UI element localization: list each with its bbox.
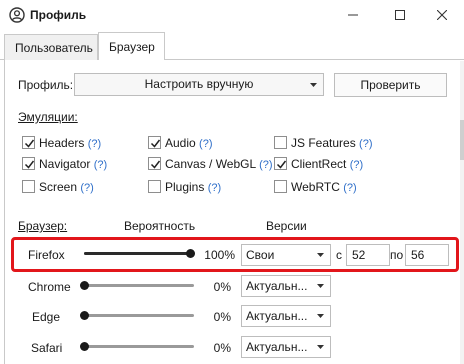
browser-name-firefox: Firefox	[28, 248, 65, 262]
profile-label: Профиль:	[18, 78, 74, 92]
version-mode-value: Актуальн...	[246, 309, 308, 323]
scrollbar-thumb[interactable]	[460, 120, 464, 160]
profile-select[interactable]: Настроить вручную	[74, 73, 324, 96]
check-button[interactable]: Проверить	[334, 73, 447, 97]
checkbox-label-headers: Headers (?)	[39, 136, 102, 150]
check-icon	[24, 160, 35, 169]
maximize-button[interactable]	[378, 0, 422, 30]
slider-knob-edge[interactable]	[80, 311, 89, 320]
checkbox-label-plugins: Plugins (?)	[165, 180, 222, 194]
tab-user[interactable]: Пользователь	[4, 34, 98, 60]
help-link[interactable]: (?)	[343, 182, 356, 194]
from-label: с	[336, 248, 342, 262]
chevron-down-icon	[310, 83, 317, 87]
chevron-down-icon	[317, 253, 324, 257]
checkbox-label-screen: Screen (?)	[39, 180, 94, 194]
checkbox-plugins[interactable]	[148, 180, 161, 193]
chevron-down-icon	[317, 284, 324, 288]
versions-header: Версии	[266, 219, 307, 233]
probability-slider-chrome[interactable]	[84, 284, 194, 287]
help-link[interactable]: (?)	[259, 159, 272, 171]
to-label: по	[390, 248, 404, 262]
checkbox-audio[interactable]	[148, 136, 161, 149]
checkbox-label-webrtc: WebRTC (?)	[291, 180, 357, 194]
chevron-down-icon	[317, 314, 324, 318]
version-mode-value: Актуальн...	[246, 340, 308, 354]
check-icon	[24, 139, 35, 148]
checkbox-label-canvas-webgl: Canvas / WebGL (?)	[165, 157, 273, 171]
checkbox-label-js-features: JS Features (?)	[291, 136, 373, 150]
probability-slider-edge[interactable]	[84, 314, 194, 317]
help-link[interactable]: (?)	[94, 159, 107, 171]
user-circle-icon	[9, 7, 25, 23]
browser-name-edge: Edge	[32, 310, 61, 324]
slider-knob-firefox[interactable]	[186, 249, 195, 258]
help-link[interactable]: (?)	[199, 138, 212, 150]
maximize-icon	[395, 10, 405, 20]
window-title: Профиль	[30, 8, 87, 22]
checkbox-js-features[interactable]	[274, 136, 287, 149]
percent-safari: 0%	[213, 341, 231, 355]
version-mode-select-chrome[interactable]: Актуальн...	[241, 275, 331, 297]
chevron-down-icon	[317, 345, 324, 349]
version-mode-value: Актуальн...	[246, 279, 308, 293]
version-mode-select-edge[interactable]: Актуальн...	[241, 305, 331, 327]
help-link[interactable]: (?)	[88, 138, 101, 150]
minimize-icon	[348, 14, 358, 16]
checkbox-canvas-webgl[interactable]	[148, 157, 161, 170]
scrollbar[interactable]	[460, 61, 464, 364]
check-icon	[150, 160, 161, 169]
slider-knob-chrome[interactable]	[80, 281, 89, 290]
version-from-input[interactable]: 52	[346, 244, 390, 266]
probability-slider-safari[interactable]	[84, 345, 194, 348]
probability-header: Вероятность	[124, 219, 196, 233]
minimize-button[interactable]	[331, 0, 375, 30]
check-icon	[150, 139, 161, 148]
close-button[interactable]	[420, 0, 464, 30]
browser-label: Браузер:	[18, 219, 68, 233]
version-mode-select-safari[interactable]: Актуальн...	[241, 336, 331, 358]
percent-firefox: 100%	[204, 248, 235, 262]
help-link[interactable]: (?)	[350, 159, 363, 171]
help-link[interactable]: (?)	[359, 138, 372, 150]
checkbox-navigator[interactable]	[22, 157, 35, 170]
browser-panel	[4, 60, 460, 364]
slider-fill-firefox	[84, 252, 190, 255]
emulation-label: Эмуляции:	[18, 110, 78, 124]
help-link[interactable]: (?)	[208, 182, 221, 194]
checkbox-label-clientrect: ClientRect (?)	[291, 157, 364, 171]
profile-select-value: Настроить вручную	[144, 77, 254, 91]
tab-browser[interactable]: Браузер	[98, 32, 165, 61]
version-to-input[interactable]: 56	[405, 244, 449, 266]
checkbox-webrtc[interactable]	[274, 180, 287, 193]
checkbox-label-audio: Audio (?)	[165, 136, 213, 150]
help-link[interactable]: (?)	[80, 182, 93, 194]
browser-name-chrome: Chrome	[28, 280, 71, 294]
checkbox-screen[interactable]	[22, 180, 35, 193]
percent-chrome: 0%	[213, 280, 231, 294]
check-icon	[276, 160, 287, 169]
browser-name-safari: Safari	[31, 341, 63, 355]
tab-strip: Пользователь Браузер	[0, 32, 464, 61]
checkbox-headers[interactable]	[22, 136, 35, 149]
slider-knob-safari[interactable]	[80, 342, 89, 351]
checkbox-clientrect[interactable]	[274, 157, 287, 170]
percent-edge: 0%	[213, 310, 231, 324]
checkbox-label-navigator: Navigator (?)	[39, 157, 108, 171]
version-mode-value: Свои	[246, 248, 275, 262]
title-bar: Профиль	[0, 0, 464, 30]
version-mode-select-firefox[interactable]: Свои	[241, 244, 331, 266]
close-icon	[437, 10, 447, 20]
